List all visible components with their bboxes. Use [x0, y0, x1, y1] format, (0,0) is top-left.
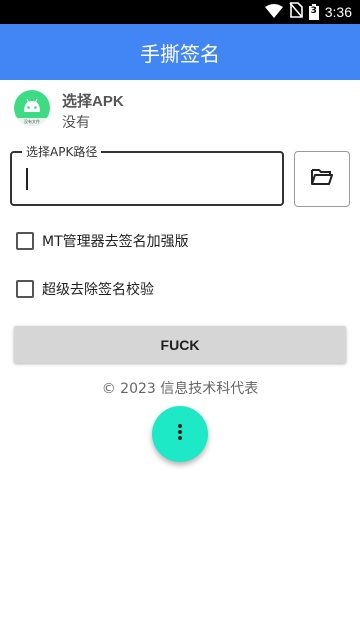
status-bar: 3 3:36: [0, 0, 360, 24]
more-fab[interactable]: [152, 406, 208, 462]
wifi-icon: [264, 3, 283, 22]
app-title: 手撕签名: [140, 41, 220, 66]
android-app-icon: 没有文件: [14, 90, 50, 126]
apk-title: 选择APK: [62, 93, 124, 110]
apk-subtitle: 没有: [62, 115, 90, 131]
apk-path-field[interactable]: 选择APK路径: [10, 143, 284, 206]
battery-icon: 3: [308, 4, 319, 20]
apk-path-input[interactable]: [24, 166, 264, 192]
status-icons: 3 3:36: [264, 2, 352, 22]
apk-path-label: 选择APK路径: [22, 143, 102, 160]
icon-caption: 没有文件: [14, 118, 50, 126]
more-vert-icon: [177, 423, 183, 445]
battery-level: 3: [310, 6, 317, 16]
folder-open-icon: [311, 168, 333, 190]
option-label: MT管理器去签名加强版: [42, 234, 189, 250]
text-cursor: [26, 168, 28, 190]
checkbox[interactable]: [16, 232, 34, 250]
option-mt-enhanced[interactable]: MT管理器去签名加强版: [16, 229, 189, 253]
browse-folder-button[interactable]: [294, 151, 350, 207]
no-sim-icon: [289, 2, 303, 22]
apk-select-row[interactable]: 没有文件 选择APK 没有: [14, 90, 344, 132]
app-bar: 手撕签名: [0, 24, 360, 80]
checkbox[interactable]: [16, 280, 34, 298]
option-super-remove-verification[interactable]: 超级去除签名校验: [16, 277, 154, 301]
fuck-button[interactable]: FUCK: [14, 326, 346, 363]
clock: 3:36: [324, 4, 352, 20]
copyright-text: © 2023 信息技术科代表: [101, 381, 259, 397]
option-label: 超级去除签名校验: [42, 282, 154, 298]
